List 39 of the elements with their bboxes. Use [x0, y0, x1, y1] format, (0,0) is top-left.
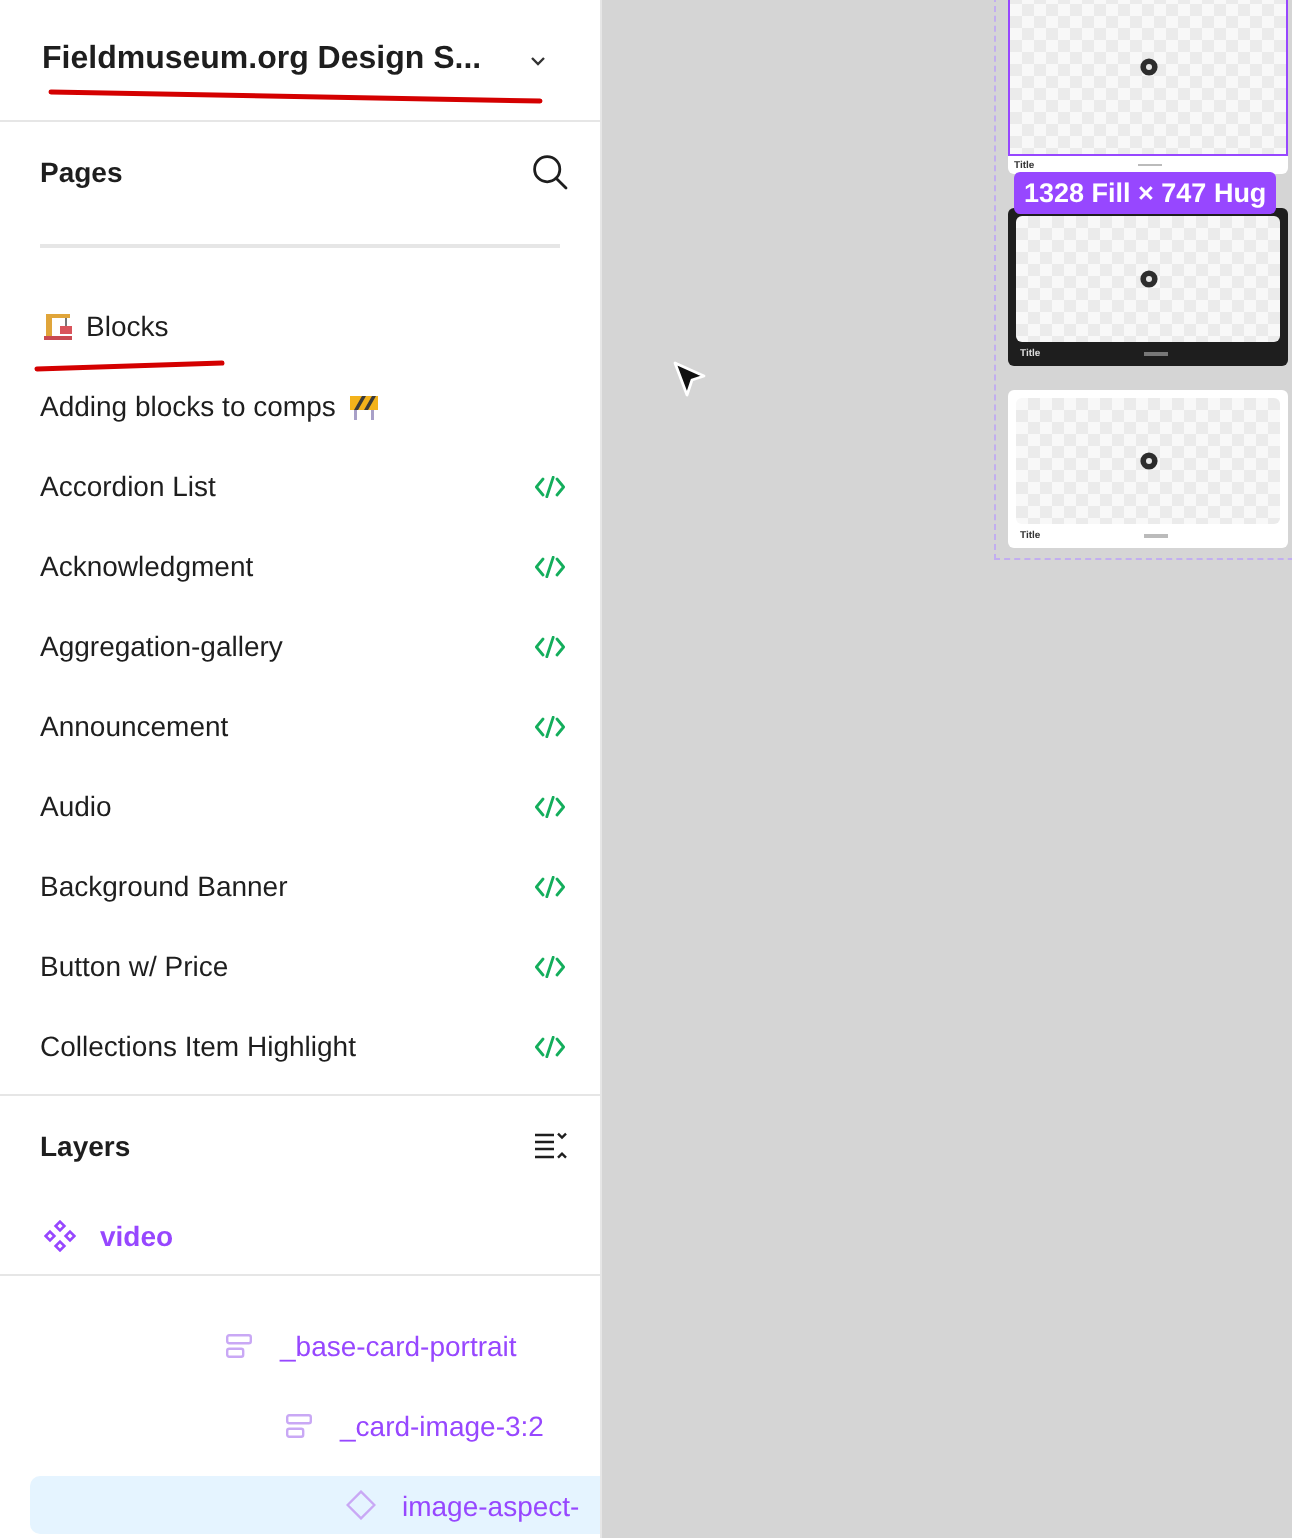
page-item[interactable]: Accordion List	[0, 446, 600, 526]
code-icon	[534, 475, 566, 497]
page-item[interactable]: Audio	[0, 766, 600, 846]
chevron-down-icon[interactable]	[530, 55, 546, 65]
layer-row[interactable]: _card-image-3:2	[30, 1396, 600, 1454]
code-icon	[534, 1035, 566, 1057]
dot-icon	[1139, 452, 1157, 470]
page-item[interactable]: Button w/ Price	[0, 926, 600, 1006]
search-icon[interactable]	[532, 154, 568, 190]
dot-icon	[1139, 58, 1157, 76]
layers-heading: Layers	[40, 1130, 131, 1162]
cursor-icon	[672, 360, 708, 400]
layer-row[interactable]: _base-card-portrait	[30, 1316, 600, 1374]
collapse-layers-icon[interactable]	[534, 1132, 568, 1160]
pages-heading: Pages	[40, 156, 123, 188]
diamond-icon	[346, 1490, 376, 1520]
dot-icon	[1139, 270, 1157, 288]
component-icon	[44, 1219, 76, 1251]
layer-row[interactable]: image-aspect-	[30, 1476, 600, 1534]
current-layer-name[interactable]: video	[100, 1219, 174, 1251]
code-icon	[534, 955, 566, 977]
page-item[interactable]: Background Banner	[0, 846, 600, 926]
barrier-icon	[349, 393, 378, 419]
stacked-bars-icon	[286, 1413, 312, 1437]
code-icon	[534, 715, 566, 737]
page-item[interactable]: Collections Item Highlight	[0, 1006, 600, 1086]
size-badge: 1328 Fill × 747 Hug	[1014, 172, 1277, 214]
code-icon	[534, 875, 566, 897]
code-icon	[534, 795, 566, 817]
page-item[interactable]: Blocks	[0, 286, 600, 366]
stacked-bars-icon	[226, 1333, 252, 1357]
page-item[interactable]: Announcement	[0, 686, 600, 766]
file-title[interactable]: Fieldmuseum.org Design S...	[42, 42, 482, 78]
page-item[interactable]: Aggregation-gallery	[0, 606, 600, 686]
crane-icon	[44, 312, 72, 340]
code-icon	[534, 555, 566, 577]
page-item[interactable]: Adding blocks to comps	[0, 366, 600, 446]
page-item[interactable]: Acknowledgment	[0, 526, 600, 606]
code-icon	[534, 635, 566, 657]
